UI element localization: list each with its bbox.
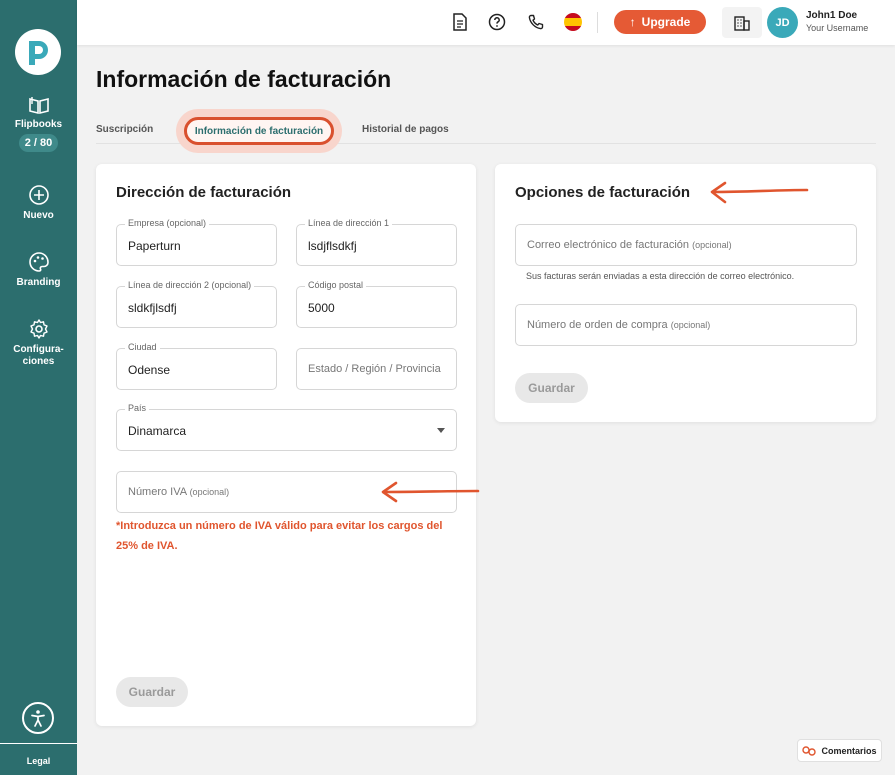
purchase-order-field[interactable]: Número de orden de compra (opcional) [515, 304, 857, 346]
document-icon[interactable] [450, 12, 470, 32]
avatar[interactable]: JD [767, 7, 798, 38]
field-placeholder: Número IVA (opcional) [128, 486, 230, 498]
upgrade-label: Upgrade [641, 15, 691, 29]
upgrade-button[interactable]: ↑ Upgrade [614, 10, 706, 34]
billing-email-field[interactable]: Correo electrónico de facturación (opcio… [515, 224, 857, 266]
field-placeholder: Número de orden de compra (opcional) [527, 319, 711, 331]
gear-icon [29, 319, 48, 339]
sidebar-item-label: Nuevo [23, 210, 54, 221]
sidebar-item-label: Flipbooks [14, 119, 63, 130]
save-address-button[interactable]: Guardar [116, 677, 188, 707]
palette-icon [28, 252, 49, 272]
user-username: Your Username [806, 23, 869, 33]
open-book-icon [28, 97, 49, 115]
feedback-label: Comentarios [821, 745, 877, 756]
state-field[interactable]: Estado / Región / Provincia [296, 348, 457, 390]
feedback-icon [802, 745, 817, 756]
sidebar-item-configuraciones[interactable]: Configura- ciones [0, 318, 77, 368]
accessibility-button[interactable] [22, 702, 54, 734]
field-value: 5000 [308, 301, 335, 315]
sidebar-item-flipbooks[interactable]: Flipbooks 2 / 80 [0, 95, 77, 152]
city-field[interactable]: Ciudad Odense [116, 342, 277, 390]
company-field[interactable]: Empresa (opcional) Paperturn [116, 218, 277, 266]
country-select[interactable]: País Dinamarca [116, 403, 457, 451]
postal-code-field[interactable]: Código postal 5000 [296, 280, 457, 328]
top-bar: ↑ Upgrade JD John1 Doe Your Username [77, 0, 895, 45]
billing-options-card: Opciones de facturación Correo electróni… [495, 164, 876, 422]
accessibility-icon [31, 710, 45, 727]
tab-historial-pagos[interactable]: Historial de pagos [362, 124, 449, 135]
chevron-down-icon [437, 428, 445, 433]
field-value: sldkfjlsdfj [128, 301, 177, 315]
field-label: Ciudad [125, 342, 160, 352]
field-label: Empresa (opcional) [125, 218, 210, 228]
field-label: Código postal [305, 280, 367, 290]
tab-suscripcion[interactable]: Suscripción [96, 124, 153, 135]
tab-highlight: Información de facturación [176, 109, 342, 153]
sidebar-item-branding[interactable]: Branding [0, 251, 77, 288]
annotation-arrow-vat [381, 481, 480, 503]
sidebar-item-label: Configura- ciones [13, 344, 64, 367]
vat-warning-text: *Introduzca un número de IVA válido para… [116, 520, 443, 552]
save-options-button[interactable]: Guardar [515, 373, 588, 403]
address-line2-field[interactable]: Línea de dirección 2 (opcional) sldkfjls… [116, 280, 277, 328]
phone-icon[interactable] [526, 12, 546, 32]
field-value: Odense [128, 363, 171, 377]
field-value: Dinamarca [128, 424, 187, 438]
legal-link[interactable]: Legal [0, 743, 77, 775]
field-placeholder: Correo electrónico de facturación (opcio… [527, 239, 732, 251]
tab-informacion-facturacion[interactable]: Información de facturación [184, 117, 334, 145]
field-placeholder: Estado / Región / Provincia [308, 363, 441, 375]
language-flag-icon[interactable] [564, 13, 582, 31]
card-title: Dirección de facturación [116, 184, 292, 201]
billing-address-card: Dirección de facturación Empresa (opcion… [96, 164, 476, 726]
card-title: Opciones de facturación [515, 184, 691, 201]
arrow-up-icon: ↑ [629, 15, 636, 29]
field-value: lsdjflsdkfj [308, 239, 357, 253]
field-label: País [125, 403, 150, 413]
paperturn-logo[interactable] [15, 29, 61, 75]
email-hint-text: Sus facturas serán enviadas a esta direc… [526, 271, 795, 281]
sidebar-item-label: Branding [16, 277, 61, 288]
sidebar: Flipbooks 2 / 80 Nuevo Branding Configur… [0, 0, 77, 775]
user-name: John1 Doe [806, 10, 858, 21]
help-icon[interactable] [487, 12, 507, 32]
plus-circle-icon [28, 185, 49, 205]
tab-bar: Suscripción Información de facturación H… [96, 109, 876, 153]
address-line1-field[interactable]: Línea de dirección 1 lsdjflsdkfj [296, 218, 457, 266]
annotation-arrow-options [710, 181, 809, 204]
flipbook-count-badge: 2 / 80 [18, 134, 59, 152]
divider [597, 12, 598, 33]
field-value: Paperturn [128, 239, 181, 253]
page-title: Información de facturación [96, 66, 392, 92]
feedback-button[interactable]: Comentarios [797, 739, 882, 762]
organization-icon[interactable] [722, 7, 762, 38]
sidebar-item-nuevo[interactable]: Nuevo [0, 184, 77, 221]
field-label: Línea de dirección 2 (opcional) [125, 280, 255, 290]
field-label: Línea de dirección 1 [305, 218, 393, 228]
